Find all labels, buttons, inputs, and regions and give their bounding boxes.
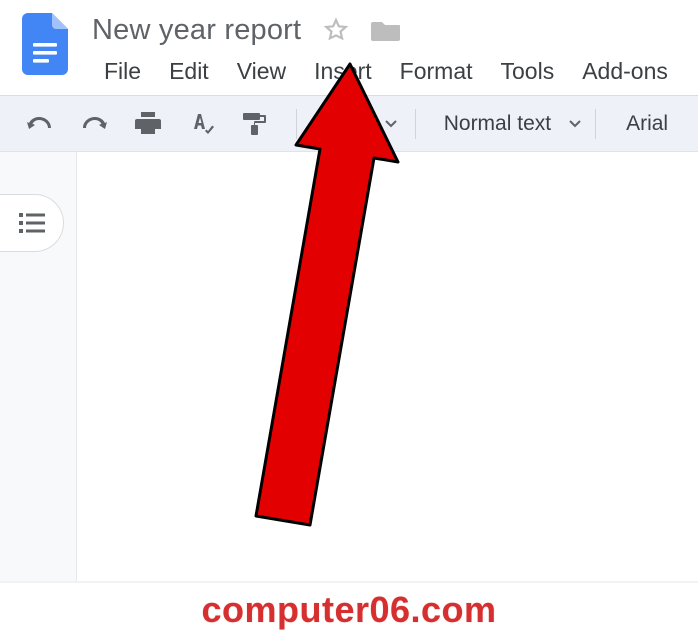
menu-addons[interactable]: Add-ons <box>570 54 684 95</box>
zoom-label: 100% <box>317 112 371 136</box>
chevron-down-icon <box>569 120 581 128</box>
header: New year report File Edit View Insert Fo <box>0 0 698 95</box>
menu-edit[interactable]: Edit <box>157 54 225 95</box>
toolbar: 100% Normal text Arial <box>0 96 698 151</box>
docs-logo-icon[interactable] <box>18 8 72 80</box>
watermark: computer06.com <box>0 581 698 637</box>
chevron-down-icon <box>385 120 397 128</box>
menubar: File Edit View Insert Format Tools Add-o… <box>92 54 698 95</box>
paragraph-style-dropdown[interactable]: Normal text <box>430 112 591 136</box>
toolbar-separator <box>415 109 416 139</box>
star-icon[interactable] <box>323 17 349 43</box>
spellcheck-icon[interactable] <box>184 106 220 142</box>
document-page[interactable] <box>76 152 698 582</box>
print-icon[interactable] <box>130 106 166 142</box>
title-block: New year report File Edit View Insert Fo <box>92 8 698 95</box>
menu-file[interactable]: File <box>92 54 157 95</box>
redo-icon[interactable] <box>76 106 112 142</box>
canvas-area <box>0 151 698 582</box>
move-folder-icon[interactable] <box>371 18 401 42</box>
toolbar-wrap: 100% Normal text Arial <box>0 95 698 151</box>
undo-icon[interactable] <box>22 106 58 142</box>
font-family-dropdown[interactable]: Arial <box>610 112 678 136</box>
menu-tools[interactable]: Tools <box>489 54 571 95</box>
paint-format-icon[interactable] <box>238 106 274 142</box>
zoom-dropdown[interactable]: 100% <box>311 112 411 136</box>
style-label: Normal text <box>444 112 551 136</box>
document-outline-button[interactable] <box>0 194 64 252</box>
doc-title-row: New year report <box>92 10 698 50</box>
menu-format[interactable]: Format <box>388 54 489 95</box>
list-icon <box>19 212 45 234</box>
menu-view[interactable]: View <box>225 54 302 95</box>
watermark-text: computer06.com <box>201 589 496 631</box>
font-label: Arial <box>626 112 668 135</box>
toolbar-separator <box>296 109 297 139</box>
menu-insert[interactable]: Insert <box>302 54 388 95</box>
doc-title[interactable]: New year report <box>92 14 301 47</box>
toolbar-separator <box>595 109 596 139</box>
app-frame: New year report File Edit View Insert Fo <box>0 0 698 637</box>
